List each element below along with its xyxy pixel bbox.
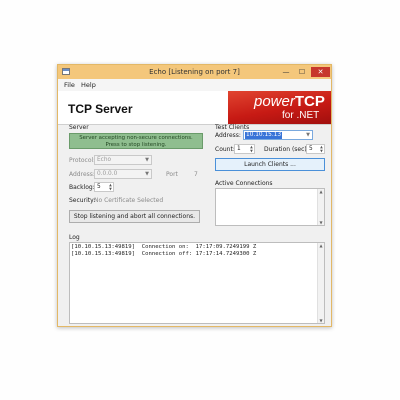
launch-clients-button[interactable]: Launch Clients ...: [215, 158, 325, 171]
duration-value: 5: [309, 146, 313, 152]
duration-label: Duration (sec):: [264, 146, 309, 153]
chevron-down-icon: ▼: [306, 132, 310, 138]
spinner-arrows-icon[interactable]: ▲ ▼: [108, 183, 113, 191]
log-label: Log: [69, 234, 80, 241]
log-line: [10.10.15.13:49819] Connection on: 17:17…: [71, 244, 257, 250]
scrollbar[interactable]: ▲ ▼: [317, 243, 324, 323]
active-connections-label: Active Connections: [215, 180, 273, 187]
logo-wordmark: powerTCP: [254, 93, 325, 110]
server-group-label: Server: [69, 124, 89, 131]
backlog-label: Backlog:: [69, 184, 95, 191]
log-line: [10.10.15.13:49819] Connection off: 17:1…: [71, 251, 257, 257]
security-value: No Certificate Selected: [94, 197, 164, 204]
menu-bar: File Help: [58, 79, 331, 91]
protocol-value: Echo: [97, 157, 112, 163]
count-stepper[interactable]: 1 ▲ ▼: [234, 144, 255, 154]
chevron-down-icon: ▼: [145, 157, 149, 163]
client-address-label: Address:: [215, 132, 241, 139]
menu-help[interactable]: Help: [81, 81, 96, 89]
backlog-stepper[interactable]: 5 ▲ ▼: [94, 182, 114, 192]
logo-subtitle: for .NET: [282, 110, 320, 121]
status-line-2: Press to stop listening.: [105, 141, 167, 148]
menu-file[interactable]: File: [64, 81, 75, 89]
protocol-select[interactable]: Echo ▼: [94, 155, 152, 165]
port-value: 7: [194, 171, 198, 178]
scrollbar[interactable]: ▲ ▼: [317, 189, 324, 225]
count-value: 1: [237, 146, 241, 152]
status-line-1: Server accepting non-secure connections.: [79, 135, 193, 141]
page-title: TCP Server: [68, 102, 133, 116]
client-address-combo[interactable]: 10.10.15.13 ▼: [243, 130, 313, 140]
address-value: 0.0.0.0: [97, 171, 118, 177]
duration-stepper[interactable]: 5 ▲ ▼: [306, 144, 325, 154]
backlog-value: 5: [97, 184, 101, 190]
address-select[interactable]: 0.0.0.0 ▼: [94, 169, 152, 179]
count-label: Count:: [215, 146, 235, 153]
maximize-button[interactable]: ☐: [295, 67, 309, 77]
client-address-value: 10.10.15.13: [245, 132, 283, 139]
server-status-button[interactable]: Server accepting non-secure connections.…: [69, 133, 203, 149]
address-label: Address:: [69, 171, 95, 178]
chevron-down-icon: ▼: [145, 171, 149, 177]
security-label: Security:: [69, 197, 96, 204]
spinner-arrows-icon[interactable]: ▲ ▼: [319, 145, 324, 153]
close-button[interactable]: ✕: [311, 67, 330, 77]
stop-listening-button[interactable]: Stop listening and abort all connections…: [69, 210, 200, 223]
port-label: Port: [166, 171, 178, 178]
powertcp-logo: powerTCP for .NET: [228, 91, 331, 124]
protocol-label: Protocol:: [69, 157, 96, 164]
active-connections-list[interactable]: ▲ ▼: [215, 188, 325, 226]
spinner-arrows-icon[interactable]: ▲ ▼: [249, 145, 254, 153]
minimize-button[interactable]: —: [279, 67, 293, 77]
header-banner: TCP Server powerTCP for .NET: [58, 91, 331, 125]
title-bar[interactable]: Echo [Listening on port 7] — ☐ ✕: [58, 65, 331, 79]
